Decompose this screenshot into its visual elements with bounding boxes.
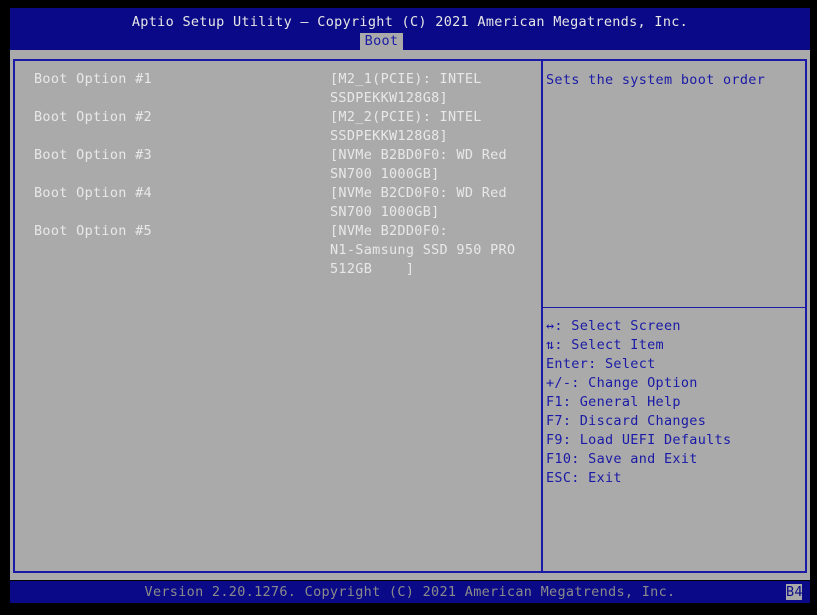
boot-option-3-label[interactable]: Boot Option #3 — [34, 146, 152, 165]
boot-option-4-value-cont[interactable]: SN700 1000GB] — [330, 203, 440, 222]
footer-version: Version 2.20.1276. Copyright (C) 2021 Am… — [144, 584, 676, 600]
key-discard-changes: F7: Discard Changes — [546, 413, 707, 429]
boot-option-1-value[interactable]: [M2_1(PCIE): INTEL — [330, 70, 482, 89]
boot-options-panel: Boot Option #1 [M2_1(PCIE): INTEL SSDPEK… — [13, 59, 543, 573]
boot-option-5-label[interactable]: Boot Option #5 — [34, 222, 152, 241]
key-legend: ↔: Select Screen ⇅: Select Item Enter: S… — [546, 317, 731, 488]
help-panel: Sets the system boot order ↔: Select Scr… — [541, 59, 807, 573]
boot-option-4-label[interactable]: Boot Option #4 — [34, 184, 152, 203]
boot-option-3-value[interactable]: [NVMe B2BD0F0: WD Red — [330, 146, 507, 165]
boot-option-5-value-cont2[interactable]: 512GB ] — [330, 260, 414, 279]
boot-option-2-value[interactable]: [M2_2(PCIE): INTEL — [330, 108, 482, 127]
key-esc-exit: ESC: Exit — [546, 470, 622, 486]
boot-option-2-value-cont[interactable]: SSDPEKKW128G8] — [330, 127, 448, 146]
post-code-badge: B4 — [786, 584, 803, 600]
boot-option-2-label[interactable]: Boot Option #2 — [34, 108, 152, 127]
key-save-exit: F10: Save and Exit — [546, 451, 698, 467]
header-bar: Aptio Setup Utility – Copyright (C) 2021… — [10, 8, 810, 50]
body-area: Boot Option #1 [M2_1(PCIE): INTEL SSDPEK… — [10, 50, 810, 580]
tab-boot[interactable]: Boot — [360, 33, 403, 50]
key-enter-select: Enter: Select — [546, 356, 656, 372]
boot-option-5-value[interactable]: [NVMe B2DD0F0: — [330, 222, 448, 241]
footer-bar: Version 2.20.1276. Copyright (C) 2021 Am… — [10, 581, 810, 603]
help-divider — [543, 307, 805, 308]
help-description: Sets the system boot order — [546, 72, 766, 88]
key-load-defaults: F9: Load UEFI Defaults — [546, 432, 732, 448]
header-title: Aptio Setup Utility – Copyright (C) 2021… — [131, 14, 689, 30]
key-select-screen: ↔: Select Screen — [546, 318, 681, 334]
key-general-help: F1: General Help — [546, 394, 681, 410]
key-change-option: +/-: Change Option — [546, 375, 698, 391]
boot-option-3-value-cont[interactable]: SN700 1000GB] — [330, 165, 440, 184]
boot-option-5-value-cont[interactable]: N1-Samsung SSD 950 PRO — [330, 241, 515, 260]
bios-screen: Aptio Setup Utility – Copyright (C) 2021… — [0, 0, 817, 615]
key-select-item: ⇅: Select Item — [546, 337, 664, 353]
boot-option-1-label[interactable]: Boot Option #1 — [34, 70, 152, 89]
boot-option-1-value-cont[interactable]: SSDPEKKW128G8] — [330, 89, 448, 108]
boot-option-4-value[interactable]: [NVMe B2CD0F0: WD Red — [330, 184, 507, 203]
